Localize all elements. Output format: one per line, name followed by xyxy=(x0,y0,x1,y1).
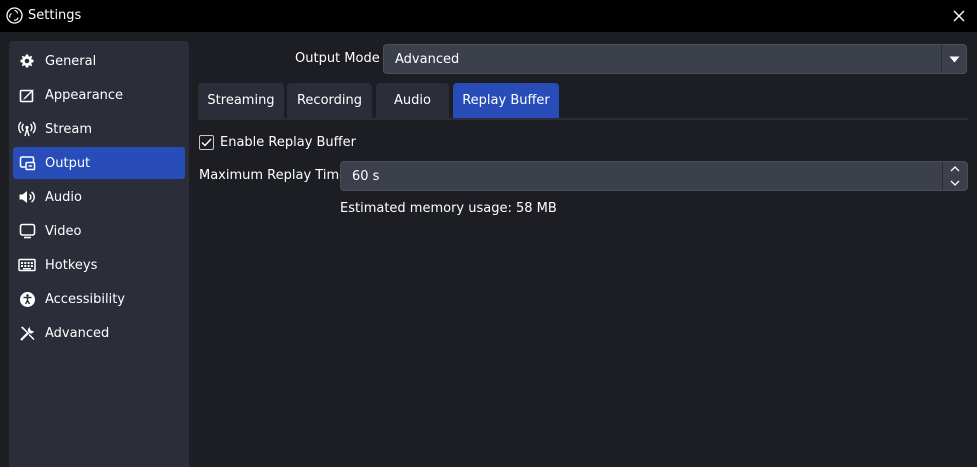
obs-logo-icon xyxy=(6,7,23,24)
sidebar-item-general[interactable]: General xyxy=(13,45,185,77)
speaker-icon xyxy=(18,188,36,206)
chevron-down-icon[interactable] xyxy=(943,176,967,190)
sidebar-item-stream[interactable]: Stream xyxy=(13,113,185,145)
max-replay-time-label: Maximum Replay Time xyxy=(199,168,348,183)
sidebar-item-hotkeys[interactable]: Hotkeys xyxy=(13,249,185,281)
output-mode-label: Output Mode xyxy=(295,51,380,66)
keyboard-icon xyxy=(18,256,36,274)
output-icon xyxy=(18,154,36,172)
broadcast-icon xyxy=(18,120,36,138)
sidebar-item-label: Accessibility xyxy=(45,291,125,307)
spin-buttons xyxy=(942,162,967,190)
sidebar-item-output[interactable]: Output xyxy=(13,147,185,179)
accessibility-icon xyxy=(18,290,36,308)
enable-replay-buffer-checkbox[interactable]: Enable Replay Buffer xyxy=(199,133,356,151)
tab-streaming[interactable]: Streaming xyxy=(198,83,284,118)
sidebar-item-label: General xyxy=(45,53,97,69)
title-bar: Settings xyxy=(0,0,977,32)
memory-usage-text: Estimated memory usage: 58 MB xyxy=(340,201,557,216)
settings-sidebar: General Appearance Stream Output Audio V… xyxy=(9,41,189,467)
tools-icon xyxy=(18,324,36,342)
gear-icon xyxy=(18,52,36,70)
output-mode-select[interactable]: Advanced xyxy=(383,44,967,74)
chevron-down-icon[interactable] xyxy=(941,45,966,73)
sidebar-item-audio[interactable]: Audio xyxy=(13,181,185,213)
monitor-icon xyxy=(18,222,36,240)
sidebar-item-label: Video xyxy=(45,223,82,239)
output-mode-value: Advanced xyxy=(395,52,460,67)
tab-recording[interactable]: Recording xyxy=(287,83,372,118)
enable-replay-buffer-label: Enable Replay Buffer xyxy=(220,134,356,150)
sidebar-item-label: Output xyxy=(45,155,91,171)
tab-audio[interactable]: Audio xyxy=(376,83,449,118)
sidebar-item-accessibility[interactable]: Accessibility xyxy=(13,283,185,315)
sidebar-item-video[interactable]: Video xyxy=(13,215,185,247)
checkmark-icon[interactable] xyxy=(199,134,214,150)
appearance-icon xyxy=(18,86,36,104)
sidebar-item-advanced[interactable]: Advanced xyxy=(13,317,185,349)
sidebar-item-appearance[interactable]: Appearance xyxy=(13,79,185,111)
max-replay-time-value: 60 s xyxy=(352,169,380,184)
max-replay-time-spinbox[interactable]: 60 s xyxy=(340,161,968,191)
sidebar-item-label: Hotkeys xyxy=(45,257,98,273)
tab-divider xyxy=(198,118,968,120)
sidebar-item-label: Appearance xyxy=(45,87,124,103)
window-title: Settings xyxy=(28,8,82,23)
sidebar-item-label: Stream xyxy=(45,121,93,137)
sidebar-item-label: Audio xyxy=(45,189,82,205)
close-icon[interactable] xyxy=(947,4,971,28)
tab-replay-buffer[interactable]: Replay Buffer xyxy=(453,83,559,118)
chevron-up-icon[interactable] xyxy=(943,162,967,176)
sidebar-item-label: Advanced xyxy=(45,325,110,341)
